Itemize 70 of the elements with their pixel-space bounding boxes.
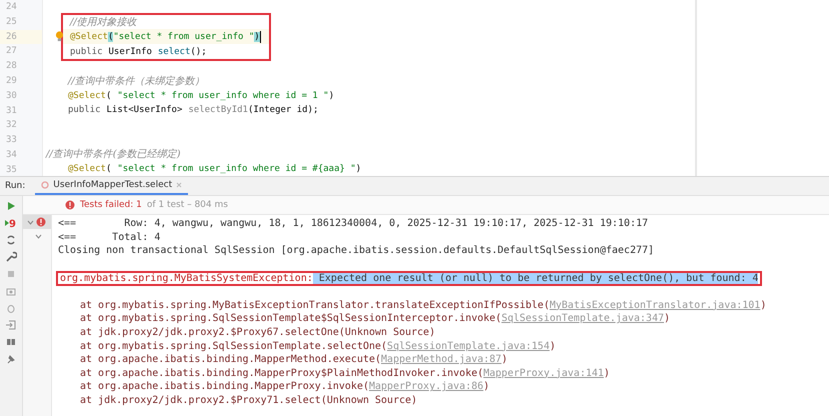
code-token: select xyxy=(158,46,190,57)
code-token: List<UserInfo> xyxy=(106,105,182,116)
test-summary-text: of 1 test – 804 ms xyxy=(146,200,228,210)
stack-trace-line: at org.apache.ibatis.binding.MapperProxy$PlainMethodInvoker.invoke(MapperProxy.java:141) xyxy=(79,366,611,380)
code-token: ( xyxy=(108,32,114,42)
code-token: @Select xyxy=(70,32,108,42)
stack-trace-line: at org.mybatis.spring.SqlSessionTemplate$SqlSessionInterceptor.invoke(SqlSessionTemplate.java:347) xyxy=(79,312,672,326)
console-line: Closing non transactional SqlSession [org.apache.ibatis.session.defaults.DefaultSqlSession@faec277] xyxy=(58,244,656,258)
code-token: "select * from user_info where id = #{aaa} " xyxy=(117,164,356,174)
line-number: 28 xyxy=(5,60,18,74)
code-token: ( xyxy=(106,90,112,101)
line-number: 33 xyxy=(5,134,18,148)
stack-trace-line: at org.apache.ibatis.binding.MapperMethod.execute(MapperMethod.java:87) xyxy=(79,353,508,367)
run-icon[interactable] xyxy=(5,200,17,212)
code-token: @Select xyxy=(68,90,106,101)
exception-class: org.mybatis.spring.MyBatisSystemException: xyxy=(60,272,313,284)
stop-icon[interactable] xyxy=(5,268,17,280)
stack-trace-line: at org.apache.ibatis.binding.MapperProxy.invoke(MapperProxy.java:86) xyxy=(79,380,490,394)
run-label: Run: xyxy=(5,181,26,191)
layout-icon[interactable] xyxy=(5,336,17,348)
source-link[interactable]: MyBatisExceptionTranslator.java:101 xyxy=(550,300,760,311)
code-token: ) xyxy=(356,164,362,174)
code-token: ) xyxy=(328,90,334,101)
line-number: 26 xyxy=(0,30,42,44)
lightbulb-icon[interactable] xyxy=(55,31,64,42)
code-comment: //查询中带条件(参数已经绑定) xyxy=(46,148,181,162)
code-token: ( xyxy=(106,164,112,174)
line-number: 24 xyxy=(5,1,18,14)
close-icon[interactable] xyxy=(176,182,182,188)
source-link[interactable]: MapperProxy.java:86 xyxy=(368,381,484,392)
code-token: "select * from user_info where id = 1 " xyxy=(117,90,329,101)
pin-icon[interactable] xyxy=(5,353,17,365)
text-caret xyxy=(260,30,262,43)
source-link[interactable]: SqlSessionTemplate.java:154 xyxy=(387,340,550,352)
line-number: 29 xyxy=(5,74,18,88)
line-number: 31 xyxy=(5,104,18,118)
code-token: (Integer id); xyxy=(248,105,318,116)
console-line: <== Row: 4, wangwu, wangwu, 18, 1, 18612340004, 0, 2025-12-31 19:10:17, 2025-12-31 19:10:17 xyxy=(58,217,650,231)
tests-failed-text: Tests failed: 1 xyxy=(80,200,142,210)
line-number: 35 xyxy=(5,164,18,176)
code-token: ) xyxy=(254,32,260,42)
code-token: public xyxy=(70,46,103,57)
code-comment: //查询中带条件（未绑定参数） xyxy=(68,74,205,88)
code-token: UserInfo xyxy=(108,46,152,57)
line-number: 32 xyxy=(5,119,18,132)
error-icon xyxy=(65,200,75,210)
code-token: "select * from user_info " xyxy=(113,32,254,42)
error-icon xyxy=(36,217,46,227)
code-comment: //使用对象接收 xyxy=(70,16,137,30)
stack-trace-line: at org.mybatis.spring.MyBatisExceptionTranslator.translateExceptionIfPossible(MyBatisExceptionTranslator.java:101) xyxy=(79,298,768,312)
line-number: 27 xyxy=(5,45,18,58)
toggle-icon[interactable] xyxy=(5,234,17,246)
line-number: 25 xyxy=(5,16,18,29)
source-link[interactable]: MapperMethod.java:87 xyxy=(381,354,502,366)
code-token: public xyxy=(68,105,101,116)
console-line: <== Total: 4 xyxy=(58,230,162,244)
code-token: (); xyxy=(190,46,207,57)
wrench-icon[interactable] xyxy=(5,251,17,263)
exception-message: Expected one result (or null) to be returned by selectOne(), but found: 4 xyxy=(312,272,758,284)
stack-trace-line: at org.mybatis.spring.SqlSessionTemplate.selectOne(SqlSessionTemplate.java:154) xyxy=(79,340,557,354)
source-link[interactable]: SqlSessionTemplate.java:347 xyxy=(501,313,664,324)
exit-icon[interactable] xyxy=(5,319,17,331)
stack-trace-line: at jdk.proxy2/jdk.proxy2.$Proxy67.selectOne(Unknown Source) xyxy=(79,326,436,340)
test-icon xyxy=(41,181,50,189)
source-link[interactable]: MapperProxy.java:141 xyxy=(483,368,604,379)
line-number: 34 xyxy=(5,148,18,162)
code-token: selectById1 xyxy=(188,105,248,116)
stack-trace-line: at jdk.proxy2/jdk.proxy2.$Proxy71.select(Unknown Source) xyxy=(79,394,418,408)
line-number: 30 xyxy=(5,90,18,103)
code-token: @Select xyxy=(68,164,106,174)
